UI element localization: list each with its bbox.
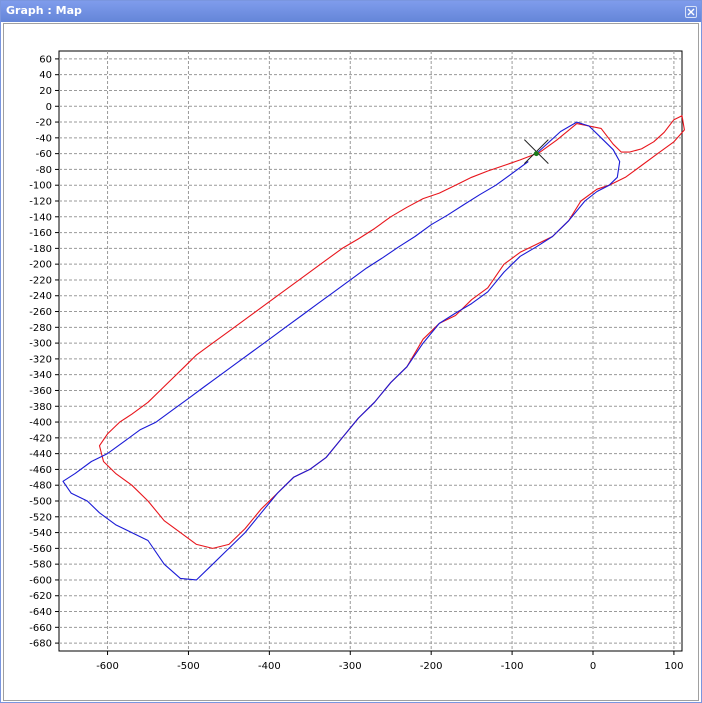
y-tick-label: -40 [36, 133, 52, 144]
x-tick-label: -600 [96, 661, 119, 672]
y-tick-label: -580 [29, 560, 52, 571]
y-tick-label: -140 [29, 212, 52, 223]
y-tick-label: -160 [29, 228, 52, 239]
y-tick-label: -480 [29, 481, 52, 492]
y-tick-label: -180 [29, 244, 52, 255]
title-bar[interactable]: Graph : Map [1, 1, 701, 22]
y-tick-label: -520 [29, 512, 52, 523]
y-tick-label: -460 [29, 465, 52, 476]
y-tick-label: -60 [36, 149, 52, 160]
y-tick-label: -420 [29, 433, 52, 444]
y-tick-label: -260 [29, 307, 52, 318]
y-tick-label: -500 [29, 497, 52, 508]
y-tick-label: -600 [29, 575, 52, 586]
y-tick-label: -240 [29, 291, 52, 302]
y-tick-label: 40 [39, 70, 52, 81]
y-tick-label: -400 [29, 418, 52, 429]
x-tick-label: -400 [258, 661, 281, 672]
close-button[interactable] [685, 6, 697, 18]
y-tick-label: -120 [29, 197, 52, 208]
y-tick-label: -680 [29, 639, 52, 650]
y-tick-label: 60 [39, 54, 52, 65]
y-tick-label: -660 [29, 623, 52, 634]
y-tick-label: -20 [36, 118, 52, 129]
y-tick-label: -320 [29, 354, 52, 365]
window-title: Graph : Map [6, 4, 82, 17]
y-tick-label: -560 [29, 544, 52, 555]
graph-window: Graph : Map 60 40 20 0 -20 -40 -60 -80 -100 -120 -… [0, 0, 702, 703]
y-tick-label: -340 [29, 370, 52, 381]
y-tick-label: -200 [29, 260, 52, 271]
y-tick-label: -300 [29, 339, 52, 350]
y-tick-label: 20 [39, 86, 52, 97]
y-tick-label: -220 [29, 275, 52, 286]
map-chart[interactable]: 60 40 20 0 -20 -40 -60 -80 -100 -120 -140 -160 -180 -… [4, 24, 698, 700]
chart-area[interactable]: 60 40 20 0 -20 -40 -60 -80 -100 -120 -140 -160 -180 -… [3, 23, 699, 701]
x-tick-label: 100 [664, 661, 683, 672]
x-tick-label: -300 [339, 661, 362, 672]
y-tick-label: -280 [29, 323, 52, 334]
marker-dot [533, 151, 539, 157]
y-tick-label: -360 [29, 386, 52, 397]
y-tick-label: -640 [29, 607, 52, 618]
y-tick-label: -80 [36, 165, 52, 176]
plot-frame [58, 50, 683, 652]
x-tick-label: -500 [177, 661, 200, 672]
y-tick-label: -100 [29, 181, 52, 192]
x-tick-label: -200 [420, 661, 443, 672]
x-tick-label: -100 [501, 661, 524, 672]
y-tick-label: -620 [29, 591, 52, 602]
y-tick-label: -440 [29, 449, 52, 460]
y-tick-label: -380 [29, 402, 52, 413]
y-tick-label: -540 [29, 528, 52, 539]
close-icon [687, 8, 695, 16]
y-tick-label: 0 [46, 102, 52, 113]
x-tick-label: 0 [590, 661, 596, 672]
